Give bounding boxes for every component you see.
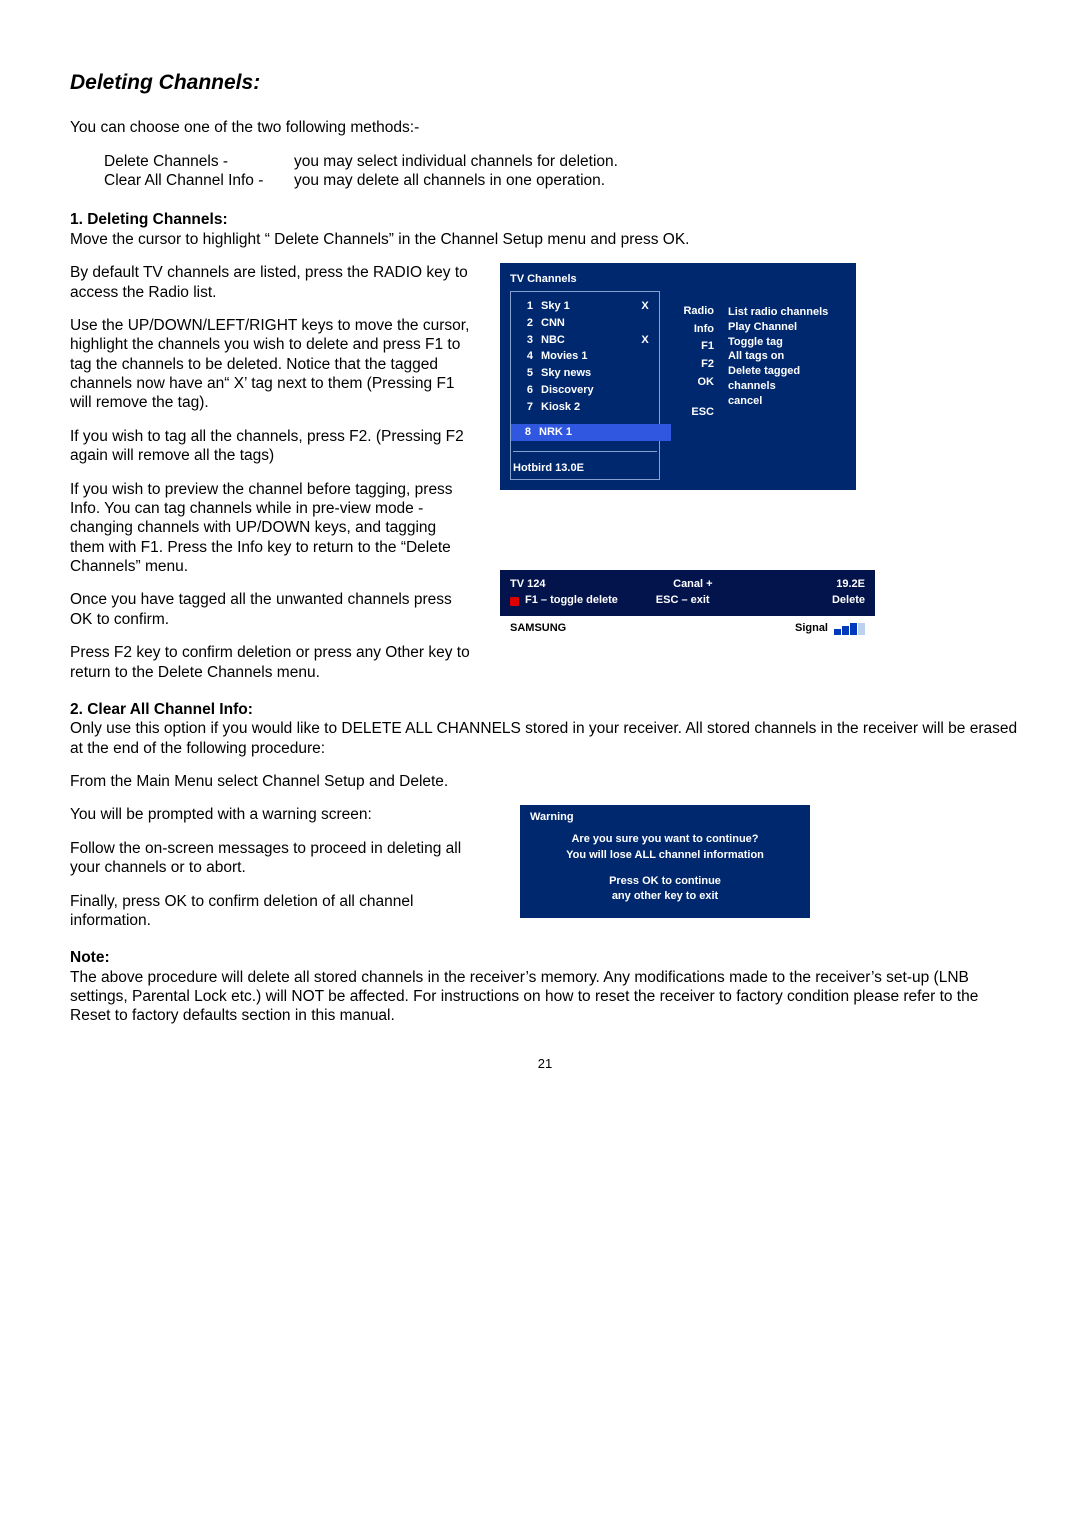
section2-p: Only use this option if you would like t… (70, 719, 1020, 758)
section1-p: By default TV channels are listed, press… (70, 263, 470, 302)
warning-dialog: Warning Are you sure you want to continu… (520, 805, 810, 918)
channel-name: Movies 1 (541, 349, 639, 364)
osd-position: 19.2E (836, 578, 865, 592)
section1-p: If you wish to tag all the channels, pre… (70, 427, 470, 466)
section1-p: Move the cursor to highlight “ Delete Ch… (70, 230, 1020, 249)
section1-p: Once you have tagged all the unwanted ch… (70, 590, 470, 629)
key-f1: F1 (674, 340, 714, 354)
channel-name: Sky news (541, 366, 639, 381)
section2-p: You will be prompted with a warning scre… (70, 805, 470, 824)
signal-bars-icon (834, 623, 865, 635)
osd-f1-hint: F1 – toggle delete (525, 594, 656, 608)
key-desc: List radio channels (728, 305, 846, 320)
channel-number: 4 (519, 349, 533, 364)
key-radio: Radio (674, 305, 714, 319)
channel-tag (653, 425, 665, 440)
signal-label: Signal (795, 622, 828, 636)
channel-row[interactable]: 2 CNN (513, 315, 657, 332)
channel-number: 1 (519, 299, 533, 314)
warning-title: Warning (520, 811, 810, 831)
channel-tag (639, 400, 651, 415)
method-desc: you may delete all channels in one opera… (294, 171, 605, 190)
channel-number: 5 (519, 366, 533, 381)
section1-p: Press F2 key to confirm deletion or pres… (70, 643, 470, 682)
channel-name: NRK 1 (539, 425, 653, 440)
channel-tag (639, 316, 651, 331)
key-esc: ESC (674, 406, 714, 420)
channel-tag (639, 349, 651, 364)
channel-name: CNN (541, 316, 639, 331)
channel-tag (639, 383, 651, 398)
channel-row[interactable]: 6 Discovery (513, 382, 657, 399)
channel-number: 3 (519, 333, 533, 348)
osd-bar: TV 124 Canal + 19.2E F1 – toggle delete … (500, 570, 875, 641)
channel-tag: X (639, 333, 651, 348)
channel-tag: X (639, 299, 651, 314)
warning-line: You will lose ALL channel information (520, 849, 810, 863)
channel-number: 2 (519, 316, 533, 331)
intro-text: You can choose one of the two following … (70, 118, 1020, 137)
osd-esc-hint: ESC – exit (656, 594, 787, 608)
key-info: Info (674, 323, 714, 337)
channel-row[interactable]: 7 Kiosk 2 (513, 399, 657, 416)
section1-p: If you wish to preview the channel befor… (70, 480, 470, 577)
page-heading: Deleting Channels: (70, 70, 1020, 96)
key-desc: Play Channel (728, 320, 846, 335)
osd-delete-hint: Delete (787, 594, 865, 608)
note-title: Note: (70, 948, 1020, 967)
osd-tv-id: TV 124 (510, 578, 673, 592)
key-f2: F2 (674, 358, 714, 372)
channel-name: NBC (541, 333, 639, 348)
channel-row[interactable]: 3 NBC X (513, 332, 657, 349)
section2-p: From the Main Menu select Channel Setup … (70, 772, 1020, 791)
key-ok: OK (674, 376, 714, 390)
section2-p: Finally, press OK to confirm deletion of… (70, 892, 470, 931)
key-desc: Toggle tag (728, 335, 846, 350)
warning-line: Are you sure you want to continue? (520, 833, 810, 847)
channel-row[interactable]: 1 Sky 1 X (513, 298, 657, 315)
methods-list: Delete Channels - you may select individ… (104, 152, 1020, 191)
note-body: The above procedure will delete all stor… (70, 968, 1020, 1026)
channel-row[interactable]: 4 Movies 1 (513, 348, 657, 365)
brand-logo: SAMSUNG (510, 622, 795, 636)
osd-channel: Canal + (673, 578, 836, 592)
tv-channels-panel: TV Channels 1 Sky 1 X 2 CNN 3 NB (500, 263, 856, 490)
warning-line: any other key to exit (520, 890, 810, 904)
panel-title: TV Channels (510, 273, 846, 287)
channel-tag (639, 366, 651, 381)
key-desc: cancel (728, 394, 846, 409)
method-label: Clear All Channel Info - (104, 171, 294, 190)
page-number: 21 (70, 1056, 1020, 1072)
channel-number: 7 (519, 400, 533, 415)
method-label: Delete Channels - (104, 152, 294, 171)
channel-name: Kiosk 2 (541, 400, 639, 415)
channel-row-selected[interactable]: 8 NRK 1 (511, 424, 671, 441)
key-column: Radio Info F1 F2 OK ESC (674, 291, 714, 481)
channel-name: Discovery (541, 383, 639, 398)
warning-line: Press OK to continue (520, 875, 810, 889)
key-desc-column: List radio channels Play Channel Toggle … (728, 291, 846, 481)
satellite-info: Hotbird 13.0E (513, 451, 657, 476)
channel-name: Sky 1 (541, 299, 639, 314)
method-desc: you may select individual channels for d… (294, 152, 618, 171)
section1-p: Use the UP/DOWN/LEFT/RIGHT keys to move … (70, 316, 470, 413)
section2-title: 2. Clear All Channel Info: (70, 700, 1020, 719)
section2-p: Follow the on-screen messages to proceed… (70, 839, 470, 878)
section1-title: 1. Deleting Channels: (70, 210, 1020, 229)
record-icon (510, 597, 519, 606)
channel-number: 6 (519, 383, 533, 398)
key-desc: Delete tagged channels (728, 364, 846, 394)
channel-list[interactable]: 1 Sky 1 X 2 CNN 3 NBC X 4 (510, 291, 660, 481)
channel-number: 8 (517, 425, 531, 440)
channel-row[interactable]: 5 Sky news (513, 365, 657, 382)
key-desc: All tags on (728, 349, 846, 364)
